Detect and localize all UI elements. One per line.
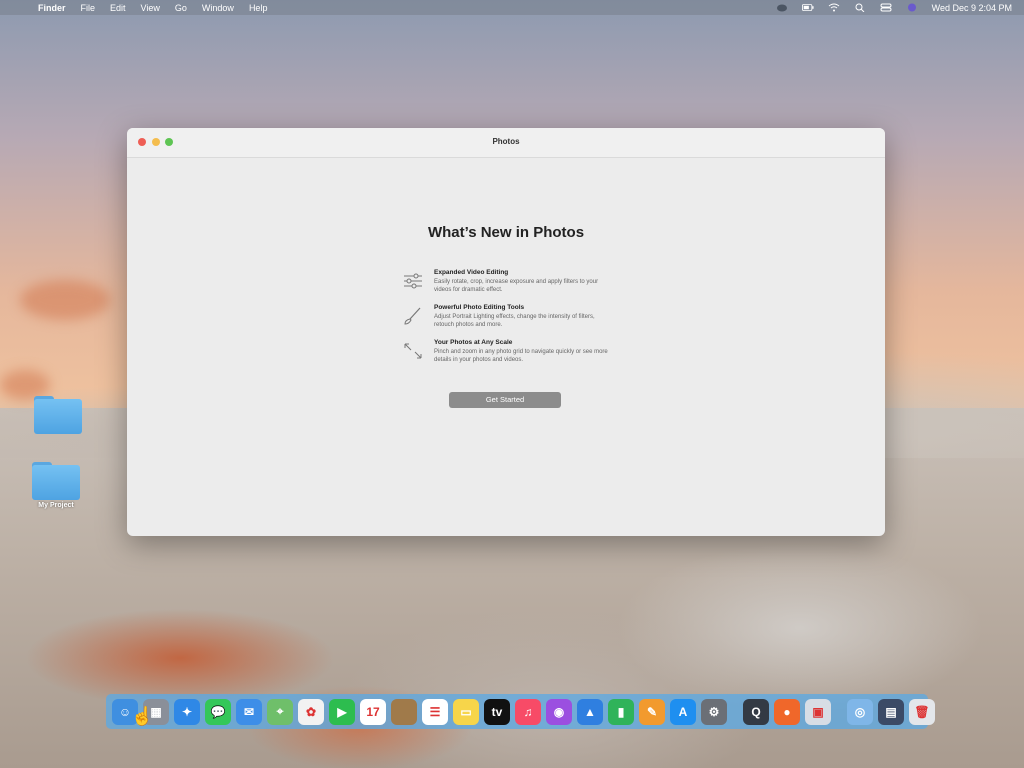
cloud-status-icon[interactable] [776,3,788,12]
brush-icon [404,307,421,325]
app-store-icon[interactable]: A [670,698,696,725]
menu-clock[interactable]: Wed Dec 9 2:04 PM [932,3,1012,13]
sliders-icon [404,273,422,289]
folder-label: My Project [38,502,74,509]
battery-icon[interactable] [801,3,814,12]
mail-icon[interactable]: ✉ [236,698,262,725]
preview-icon[interactable]: ▣ [805,698,831,725]
arrows-expand-icon [404,343,422,359]
control-center-icon[interactable] [880,3,892,12]
get-started-button[interactable]: Get Started [449,392,561,408]
menu-bar: Finder File Edit View Go Window Help Wed… [0,0,1024,15]
folder-icon [32,462,80,500]
feature-title: Expanded Video Editing [434,269,509,276]
notes-brown-icon[interactable] [391,698,417,725]
desktop-folder-my-project[interactable]: My Project [26,462,86,509]
messages-icon[interactable]: 💬 [205,698,231,725]
numbers-icon[interactable]: ▮ [608,698,634,725]
feature-description: Pinch and zoom in any photo grid to navi… [434,349,608,363]
safari-icon[interactable]: ✦ [174,698,200,725]
downloads-stack-icon[interactable]: ◎ [847,698,873,725]
facetime-icon[interactable]: ▶ [329,698,355,725]
trash-icon[interactable]: 🗑 [909,698,935,725]
notes-icon[interactable]: ▭ [453,698,479,725]
photos-window: Photos What’s New in Photos Expanded Vid… [127,128,885,536]
spotlight-search-icon[interactable] [854,3,866,12]
window-stack-icon[interactable]: ▤ [878,698,904,725]
firefox-icon[interactable]: ● [774,698,800,725]
menu-help[interactable]: Help [249,3,268,13]
menu-file[interactable]: File [81,3,96,13]
pages-icon[interactable]: ✎ [639,698,665,725]
system-preferences-icon[interactable]: ⚙ [701,698,727,725]
menu-go[interactable]: Go [175,3,187,13]
desktop-folder[interactable] [28,396,88,436]
window-title: Photos [492,137,520,146]
calendar-icon[interactable]: 17 [360,698,386,725]
wallpaper-cloud [20,280,110,320]
feature-title: Powerful Photo Editing Tools [434,304,525,311]
tv-icon[interactable]: tv [484,698,510,725]
menu-view[interactable]: View [141,3,160,13]
maps-icon[interactable]: ⌖ [267,698,293,725]
feature-title: Your Photos at Any Scale [434,339,513,346]
whats-new-heading: What’s New in Photos [427,224,585,241]
siri-icon[interactable] [906,3,918,12]
music-icon[interactable]: ♫ [515,698,541,725]
menu-edit[interactable]: Edit [110,3,126,13]
podcasts-icon[interactable]: ◉ [546,698,572,725]
hand-cursor-icon: ☝ [131,706,154,726]
reminders-icon[interactable]: ☰ [422,698,448,725]
photos-icon[interactable]: ✿ [298,698,324,725]
wifi-icon[interactable] [828,3,840,12]
keynote-icon[interactable]: ▲ [577,698,603,725]
menu-app-name[interactable]: Finder [38,3,66,13]
menu-window[interactable]: Window [202,3,234,13]
feature-description: Adjust Portrait Lighting effects, change… [434,314,595,328]
dock: ☺ ▦ ✦ 💬 ✉ ⌖ ✿ ▶ 17 ☰ ▭ tv ♫ ◉ ▲ ▮ ✎ A ⚙ Q ● ▣ ◎ ▤ 🗑 [106,694,935,729]
window-titlebar[interactable]: Photos [127,128,885,158]
folder-icon [34,396,82,434]
feature-description: Easily rotate, crop, increase exposure a… [434,279,599,293]
quicktime-icon[interactable]: Q [743,698,769,725]
